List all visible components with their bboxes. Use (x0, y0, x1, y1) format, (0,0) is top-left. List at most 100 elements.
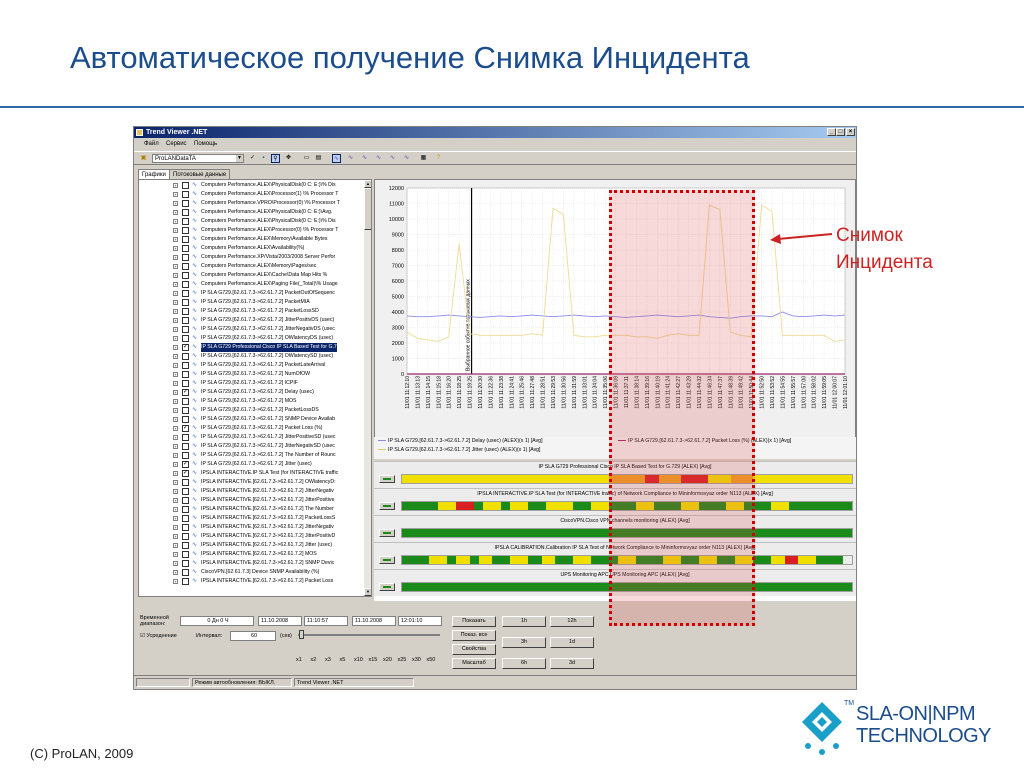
zoom-icon[interactable]: ⚲ (271, 154, 280, 163)
tree-item[interactable]: + ∿ Computers Perfomance.ALEX\Paging File(… (139, 280, 361, 289)
tree-item[interactable]: + ✓ ∿ IP SLA G729.[62.61.7.3->62.61.7.2] Ji… (139, 460, 361, 469)
expand-icon[interactable]: + (173, 264, 178, 269)
tree-item-checkbox[interactable] (182, 200, 189, 207)
expand-icon[interactable]: + (173, 462, 178, 467)
status-toggle-button[interactable] (379, 556, 395, 564)
tree-item[interactable]: + ∿ IP SLA G729.[62.61.7.3->62.61.7.2] Pac… (139, 361, 361, 370)
tree-item-checkbox[interactable] (182, 218, 189, 225)
expand-icon[interactable]: + (173, 534, 178, 539)
expand-icon[interactable]: + (173, 453, 178, 458)
expand-icon[interactable]: + (173, 336, 178, 341)
expand-icon[interactable]: + (173, 543, 178, 548)
expand-icon[interactable]: + (173, 552, 178, 557)
tree-item[interactable]: + ∿ Computers Perfomance.ALEX\Memory\Pages… (139, 262, 361, 271)
expand-icon[interactable]: + (173, 345, 178, 350)
tree-item[interactable]: + ∿ IPSLA INTERACTIVE.[62.61.7.3->62.61.7.… (139, 523, 361, 532)
tree-item-checkbox[interactable] (182, 416, 189, 423)
expand-icon[interactable]: + (173, 291, 178, 296)
expand-icon[interactable]: + (173, 579, 178, 584)
interval-field[interactable]: 60 (230, 631, 276, 641)
status-toggle-button[interactable] (379, 529, 395, 537)
tree-item[interactable]: + ✓ ∿ IP SLA G729.[62.61.7.3->62.61.7.2] De… (139, 388, 361, 397)
tab-graphs[interactable]: Графики (138, 169, 170, 179)
tree-item-checkbox[interactable] (182, 488, 189, 495)
tree-item-checkbox[interactable] (182, 245, 189, 252)
status-toggle-button[interactable] (379, 583, 395, 591)
tree-item[interactable]: + ∿ IPSLA INTERACTIVE.[62.61.7.3->62.61.7.… (139, 487, 361, 496)
close-button[interactable]: × (846, 128, 855, 136)
tree-item[interactable]: + ∿ IP SLA G729.[62.61.7.3->62.61.7.2] Num… (139, 370, 361, 379)
tab-streaming-data[interactable]: Потоковые данные (169, 169, 231, 179)
tree-item-checkbox[interactable] (182, 236, 189, 243)
expand-icon[interactable]: + (173, 255, 178, 260)
tree-item[interactable]: + ∿ IP SLA G729.[62.61.7.3->62.61.7.2] OWl… (139, 352, 361, 361)
tree-item[interactable]: + ∿ IPSLA INTERACTIVE.[62.61.7.3->62.61.7.… (139, 532, 361, 541)
scroll-up-icon[interactable]: ▲ (364, 180, 371, 188)
expand-icon[interactable]: + (173, 399, 178, 404)
tree-item-checkbox[interactable] (182, 371, 189, 378)
expand-icon[interactable]: + (173, 309, 178, 314)
period-3d-button[interactable]: 3d (550, 658, 594, 669)
tree-item[interactable]: + ∿ IP SLA G729.[62.61.7.3->62.61.7.2] Pac… (139, 289, 361, 298)
tree-item-checkbox[interactable]: ✓ (182, 461, 189, 468)
tree-item-checkbox[interactable] (182, 542, 189, 549)
save-icon[interactable]: ▪ (259, 154, 268, 163)
tree-item-checkbox[interactable] (182, 308, 189, 315)
expand-icon[interactable]: + (173, 210, 178, 215)
period-6h-button[interactable]: 6h (502, 658, 546, 669)
expand-icon[interactable]: + (173, 381, 178, 386)
show-all-button[interactable]: Показ. все (452, 630, 496, 641)
expand-icon[interactable]: + (173, 246, 178, 251)
tree-item-checkbox[interactable] (182, 182, 189, 189)
tree-item[interactable]: + ∿ Computers Perfomance.ALEX\Cache\Data M… (139, 271, 361, 280)
tree-item-checkbox[interactable] (182, 227, 189, 234)
date-from-field[interactable]: 11.10.2008 (258, 616, 302, 626)
tree-item[interactable]: + ∿ IPSLA INTERACTIVE.[62.61.7.3->62.61.7.… (139, 541, 361, 550)
data-source-combo[interactable]: ProLANDataTA ▼ (152, 154, 244, 163)
period-1h-button[interactable]: 1h (502, 616, 546, 627)
properties-button[interactable]: Свойства (452, 644, 496, 655)
show-button[interactable]: Показать (452, 616, 496, 627)
tree-item-checkbox[interactable] (182, 353, 189, 360)
tree-item-checkbox[interactable] (182, 506, 189, 513)
expand-icon[interactable]: + (173, 300, 178, 305)
tree-item[interactable]: + ∿ IPSLA INTERACTIVE.[62.61.7.3->62.61.7.… (139, 505, 361, 514)
time-from-field[interactable]: 11:10:57 (304, 616, 348, 626)
expand-icon[interactable]: + (173, 354, 178, 359)
help-icon[interactable]: ? (434, 154, 443, 163)
expand-icon[interactable]: + (173, 444, 178, 449)
tree-item-checkbox[interactable] (182, 524, 189, 531)
maximize-button[interactable]: □ (836, 128, 845, 136)
tree-item[interactable]: + ∿ IP SLA G729.[62.61.7.3->62.61.7.2] Pac… (139, 307, 361, 316)
tree-item-checkbox[interactable] (182, 560, 189, 567)
zoom-slider-thumb[interactable] (299, 630, 304, 639)
tree-item-checkbox[interactable] (182, 443, 189, 450)
tree-item[interactable]: + ∿ Computers Perfomance.ALEX\PhysicalDisk… (139, 208, 361, 217)
pan-icon[interactable]: ✥ (284, 154, 293, 163)
series-up-icon[interactable]: ∿ (374, 154, 383, 163)
tree-item[interactable]: + ∿ Computers Perfomance.ALEX\Availability… (139, 244, 361, 253)
print-icon[interactable]: ▤ (314, 154, 323, 163)
series-remove-icon[interactable]: ∿ (360, 154, 369, 163)
tree-item-checkbox[interactable] (182, 326, 189, 333)
tree-item[interactable]: + ∿ IPSLA INTERACTIVE.[62.61.7.3->62.61.7.… (139, 559, 361, 568)
expand-icon[interactable]: + (173, 561, 178, 566)
expand-icon[interactable]: + (173, 408, 178, 413)
tree-item[interactable]: + ∿ IP SLA G729.[62.61.7.3->62.61.7.2] Pac… (139, 406, 361, 415)
expand-icon[interactable]: + (173, 201, 178, 206)
expand-icon[interactable]: + (173, 426, 178, 431)
expand-icon[interactable]: + (173, 435, 178, 440)
tree-item[interactable]: + ∿ Computers Perfomance.ALEX\Memory\Avail… (139, 235, 361, 244)
tree-item[interactable]: + ∿ Computers Perfomance.XP/Vista/2003/200… (139, 253, 361, 262)
tree-item-checkbox[interactable]: ✓ (182, 470, 189, 477)
tree-item-checkbox[interactable] (182, 479, 189, 486)
menu-help[interactable]: Помощь (194, 139, 217, 150)
expand-icon[interactable]: + (173, 282, 178, 287)
series-down-icon[interactable]: ∿ (388, 154, 397, 163)
scroll-thumb[interactable] (364, 188, 371, 230)
connect-icon[interactable]: ✓ (248, 154, 257, 163)
tree-item[interactable]: + ✓ ∿ IPSLA INTERACTIVE.IP SLA Test (for IN… (139, 469, 361, 478)
tree-item-checkbox[interactable] (182, 434, 189, 441)
tree-item[interactable]: + ∿ IPSLA INTERACTIVE.[62.61.7.3->62.61.7.… (139, 478, 361, 487)
tree-item-checkbox[interactable]: ✓ (182, 389, 189, 396)
